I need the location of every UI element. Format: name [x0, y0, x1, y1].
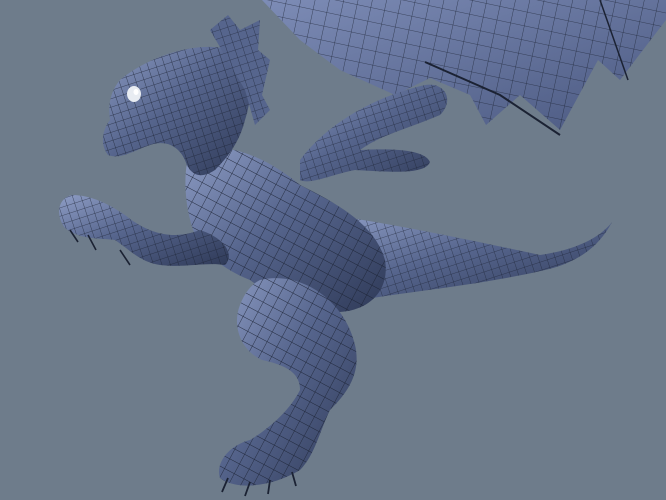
hind-leg — [219, 278, 357, 497]
dragon-render — [59, 0, 666, 497]
wing-arm — [300, 84, 448, 182]
3d-viewport[interactable] — [0, 0, 666, 500]
head — [102, 15, 270, 176]
eye — [127, 86, 141, 102]
wing-back — [262, 0, 666, 136]
